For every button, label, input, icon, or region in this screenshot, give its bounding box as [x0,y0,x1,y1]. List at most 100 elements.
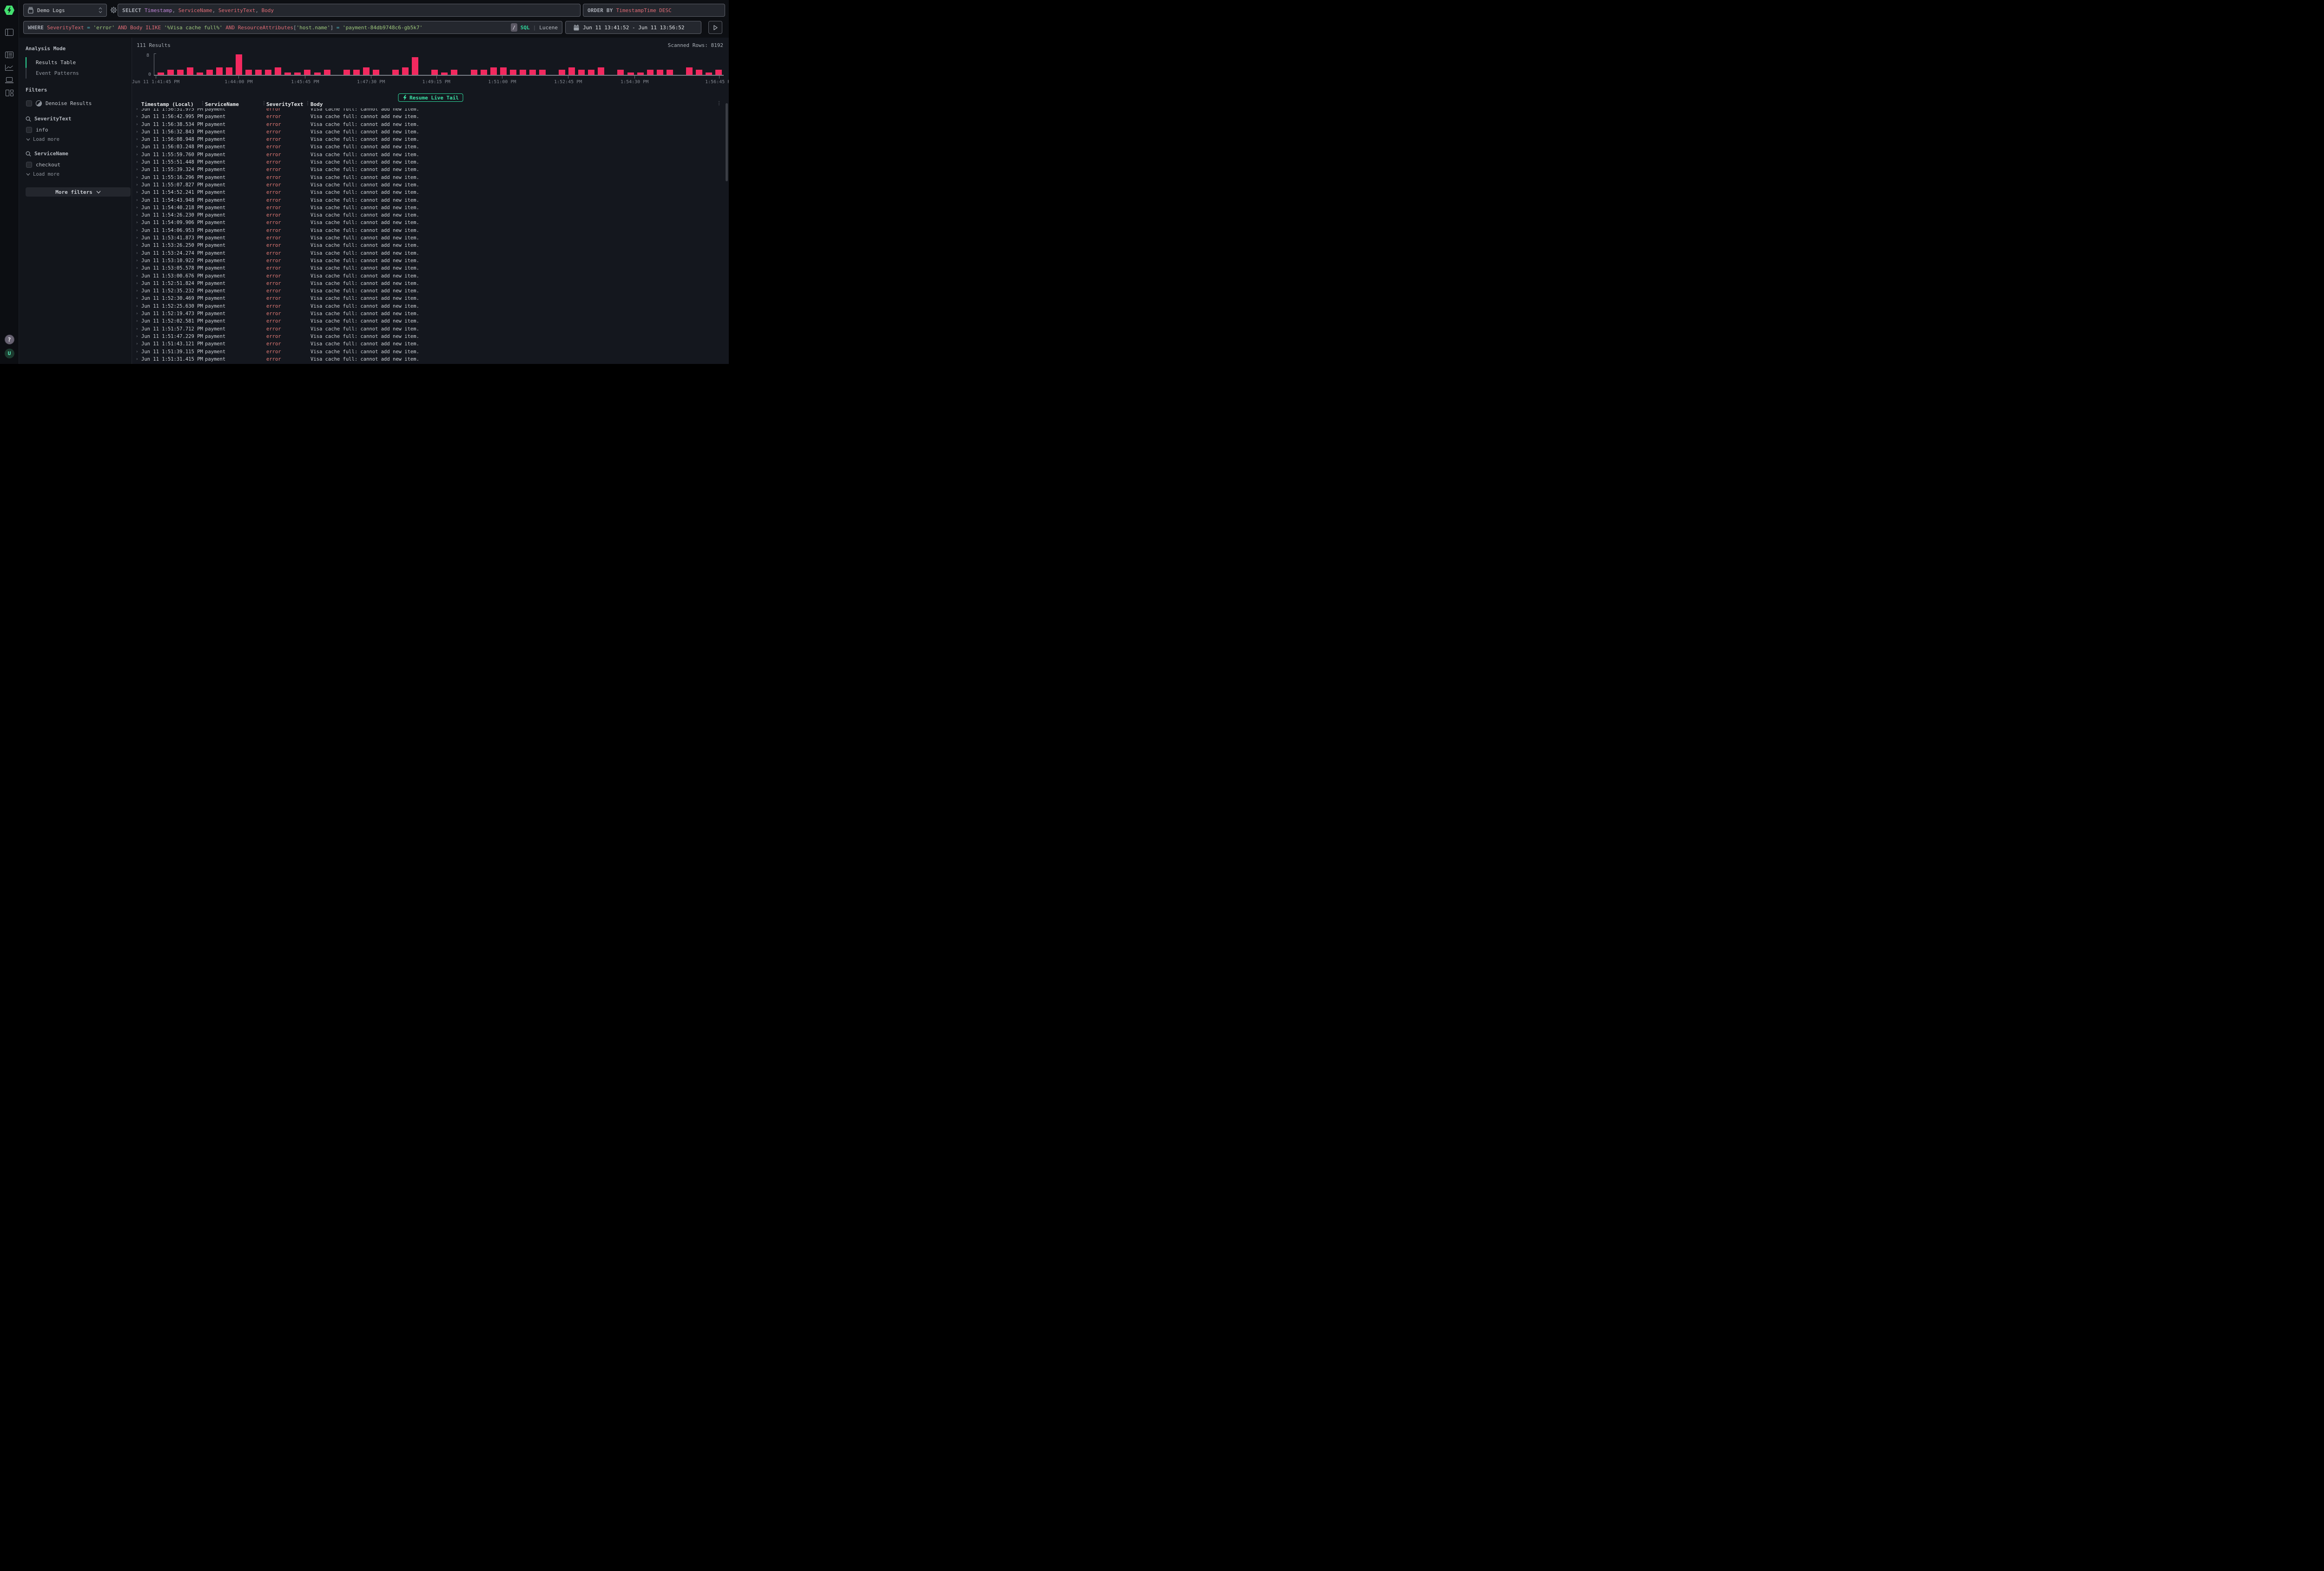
row-expand-chevron-icon[interactable]: › [136,108,138,113]
table-row[interactable]: ›Jun 11 1:56:03.248 PMpaymenterrorVisa c… [132,143,726,151]
more-filters-button[interactable]: More filters [26,187,131,197]
select-query-input[interactable]: SELECT Timestamp, ServiceName, SeverityT… [118,4,581,17]
source-settings-gear-icon[interactable] [110,7,117,13]
histogram-bar[interactable] [510,70,516,75]
table-row[interactable]: ›Jun 11 1:55:39.324 PMpaymenterrorVisa c… [132,166,726,173]
table-row[interactable]: ›Jun 11 1:53:41.873 PMpaymenterrorVisa c… [132,234,726,242]
vertical-scrollbar[interactable] [726,103,728,181]
checkout-checkbox[interactable] [26,162,32,168]
table-row[interactable]: ›Jun 11 1:52:30.469 PMpaymenterrorVisa c… [132,295,726,302]
load-more-severitytext[interactable]: Load more [26,137,125,142]
log-search-icon[interactable] [5,52,13,58]
row-expand-chevron-icon[interactable]: › [136,211,138,219]
histogram-bar[interactable] [598,67,604,75]
row-expand-chevron-icon[interactable]: › [136,143,138,151]
table-row[interactable]: ›Jun 11 1:56:51.975 PMpaymenterrorVisa c… [132,108,726,113]
row-expand-chevron-icon[interactable]: › [136,325,138,333]
histogram-bar[interactable] [588,70,594,75]
histogram-bar[interactable] [451,70,457,75]
histogram-bar[interactable] [500,67,507,75]
histogram-bar[interactable] [686,67,693,75]
order-by-input[interactable]: ORDER BY TimestampTime DESC [583,4,725,17]
row-expand-chevron-icon[interactable]: › [136,340,138,348]
histogram-bar[interactable] [481,70,487,75]
row-expand-chevron-icon[interactable]: › [136,136,138,143]
histogram-bar[interactable] [402,67,409,75]
row-expand-chevron-icon[interactable]: › [136,121,138,128]
row-expand-chevron-icon[interactable]: › [136,356,138,363]
facet-severitytext[interactable]: SeverityText [26,116,125,122]
column-options-icon[interactable]: ⋮ [717,101,721,106]
histogram-bar[interactable] [490,67,497,75]
col-resize-handle[interactable]: ⋮ [200,101,205,106]
histogram-bar[interactable] [363,67,370,75]
table-row[interactable]: ›Jun 11 1:56:32.843 PMpaymenterrorVisa c… [132,128,726,136]
col-resize-handle[interactable]: ⋮ [262,101,266,106]
row-expand-chevron-icon[interactable]: › [136,128,138,136]
table-row[interactable]: ›Jun 11 1:53:05.578 PMpaymenterrorVisa c… [132,264,726,272]
col-body[interactable]: Body [310,101,323,107]
table-row[interactable]: ›Jun 11 1:54:40.218 PMpaymenterrorVisa c… [132,204,726,211]
table-row[interactable]: ›Jun 11 1:54:26.230 PMpaymenterrorVisa c… [132,211,726,219]
resume-live-tail-button[interactable]: Resume Live Tail [398,93,463,102]
histogram-bar[interactable] [236,54,242,75]
histogram-bar[interactable] [167,70,174,75]
load-more-servicename[interactable]: Load more [26,172,125,177]
row-expand-chevron-icon[interactable]: › [136,348,138,356]
table-row[interactable]: ›Jun 11 1:53:24.274 PMpaymenterrorVisa c… [132,250,726,257]
histogram-bar[interactable] [529,70,536,75]
mode-event-patterns[interactable]: Event Patterns [26,68,125,79]
table-row[interactable]: ›Jun 11 1:53:00.676 PMpaymenterrorVisa c… [132,272,726,280]
table-row[interactable]: ›Jun 11 1:56:38.534 PMpaymenterrorVisa c… [132,121,726,128]
histogram-bar[interactable] [373,70,379,75]
histogram-bar[interactable] [568,67,575,75]
col-timestamp[interactable]: Timestamp (Local) [141,101,194,107]
histogram-bar[interactable] [617,70,624,75]
table-row[interactable]: ›Jun 11 1:54:09.906 PMpaymenterrorVisa c… [132,219,726,226]
histogram-bar[interactable] [245,70,252,75]
histogram-bar[interactable] [343,70,350,75]
histogram-bar[interactable] [187,67,193,75]
denoise-checkbox[interactable] [26,100,32,106]
row-expand-chevron-icon[interactable]: › [136,303,138,310]
histogram-bar[interactable] [216,67,223,75]
sessions-icon[interactable] [5,77,13,83]
col-resize-handle[interactable]: ⋮ [305,101,310,106]
histogram-bar[interactable] [206,70,213,75]
sidebar-toggle-icon[interactable] [5,29,13,36]
histogram-bar[interactable] [304,70,310,75]
run-query-button[interactable] [708,21,722,34]
row-expand-chevron-icon[interactable]: › [136,227,138,234]
row-expand-chevron-icon[interactable]: › [136,317,138,325]
row-expand-chevron-icon[interactable]: › [136,174,138,181]
table-row[interactable]: ›Jun 11 1:55:51.448 PMpaymenterrorVisa c… [132,158,726,166]
col-servicename[interactable]: ServiceName [205,101,239,107]
time-range-input[interactable]: Jun 11 13:41:52 - Jun 11 13:56:52 [565,21,701,34]
facet-option-info[interactable]: info [26,126,125,134]
row-expand-chevron-icon[interactable]: › [136,295,138,302]
info-checkbox[interactable] [26,127,32,133]
histogram-bar[interactable] [255,70,262,75]
table-row[interactable]: ›Jun 11 1:55:16.296 PMpaymenterrorVisa c… [132,174,726,181]
denoise-results-toggle[interactable]: Denoise Results [26,99,125,107]
facet-option-checkout[interactable]: checkout [26,161,125,169]
col-severitytext[interactable]: SeverityText [266,101,303,107]
table-row[interactable]: ›Jun 11 1:54:43.948 PMpaymenterrorVisa c… [132,197,726,204]
histogram-bar[interactable] [715,70,722,75]
table-row[interactable]: ›Jun 11 1:51:57.712 PMpaymenterrorVisa c… [132,325,726,333]
table-row[interactable]: ›Jun 11 1:55:07.827 PMpaymenterrorVisa c… [132,181,726,189]
histogram-bar[interactable] [177,70,184,75]
histogram-bar[interactable] [353,70,360,75]
histogram-bar[interactable] [324,70,330,75]
row-expand-chevron-icon[interactable]: › [136,280,138,287]
row-expand-chevron-icon[interactable]: › [136,181,138,189]
table-row[interactable]: ›Jun 11 1:52:35.232 PMpaymenterrorVisa c… [132,287,726,295]
where-query-input[interactable]: WHERE SeverityText = 'error' AND Body IL… [23,21,562,34]
source-select[interactable]: Demo Logs [23,4,107,17]
table-row[interactable]: ›Jun 11 1:51:47.229 PMpaymenterrorVisa c… [132,333,726,340]
table-row[interactable]: ›Jun 11 1:52:51.824 PMpaymenterrorVisa c… [132,280,726,287]
help-button[interactable]: ? [5,335,14,344]
table-row[interactable]: ›Jun 11 1:52:19.473 PMpaymenterrorVisa c… [132,310,726,317]
histogram-bar[interactable] [657,70,663,75]
table-row[interactable]: ›Jun 11 1:52:25.630 PMpaymenterrorVisa c… [132,303,726,310]
